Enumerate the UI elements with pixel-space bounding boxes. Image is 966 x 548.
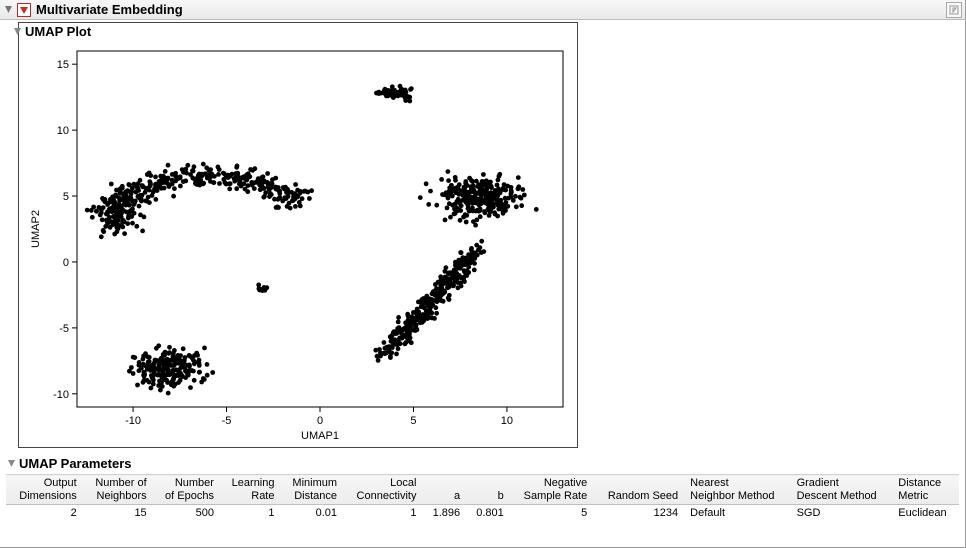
- params-header-cell: Random Seed: [593, 475, 684, 505]
- umap-parameters-section-header[interactable]: UMAP Parameters: [6, 454, 959, 472]
- param-cell: 1: [343, 505, 422, 522]
- params-header-cell: NearestNeighbor Method: [684, 475, 790, 505]
- disclosure-triangle-icon: [6, 459, 17, 468]
- param-cell: 0.801: [466, 505, 510, 522]
- svg-text:0: 0: [63, 257, 69, 269]
- svg-text:UMAP2: UMAP2: [30, 210, 42, 248]
- param-cell: 5: [510, 505, 593, 522]
- param-cell: 1: [220, 505, 281, 522]
- svg-text:-10: -10: [53, 389, 69, 401]
- params-header-cell: DistanceMetric: [892, 475, 959, 505]
- params-header-cell: LocalConnectivity: [343, 475, 422, 505]
- disclosure-triangle-icon[interactable]: [3, 5, 14, 14]
- params-section-title: UMAP Parameters: [19, 456, 131, 471]
- svg-text:0: 0: [317, 415, 323, 427]
- svg-text:10: 10: [501, 415, 513, 427]
- params-header-row: OutputDimensionsNumber ofNeighborsNumber…: [6, 475, 959, 505]
- params-header-cell: Numberof Epochs: [153, 475, 220, 505]
- param-cell: 15: [83, 505, 153, 522]
- params-header-cell: OutputDimensions: [6, 475, 83, 505]
- param-cell: 1.896: [422, 505, 466, 522]
- svg-text:-5: -5: [222, 415, 232, 427]
- main-titlebar: Multivariate Embedding: [0, 0, 965, 20]
- param-cell: 1234: [593, 505, 684, 522]
- help-button[interactable]: [946, 2, 962, 18]
- params-header-cell: a: [422, 475, 466, 505]
- main-title: Multivariate Embedding: [36, 2, 183, 17]
- params-value-row: 2 15 500 1 0.01 1 1.896 0.801 5 1234 Def…: [6, 505, 959, 522]
- param-cell: 0.01: [281, 505, 344, 522]
- params-header-cell: Number ofNeighbors: [83, 475, 153, 505]
- umap-plot[interactable]: -10 -5 0 5 10 -10 -5 0 5 10 15 UMAP1 UMAP2: [25, 45, 571, 445]
- param-cell: 500: [153, 505, 220, 522]
- params-header-cell: b: [466, 475, 510, 505]
- param-cell: 2: [6, 505, 83, 522]
- param-cell: SGD: [791, 505, 893, 522]
- params-header-cell: MinimumDistance: [281, 475, 344, 505]
- svg-text:15: 15: [57, 59, 69, 71]
- svg-text:UMAP1: UMAP1: [301, 430, 339, 442]
- svg-text:5: 5: [410, 415, 416, 427]
- params-header-cell: GradientDescent Method: [791, 475, 893, 505]
- svg-text:5: 5: [63, 191, 69, 203]
- param-cell: Default: [684, 505, 790, 522]
- umap-plot-container: -10 -5 0 5 10 -10 -5 0 5 10 15 UMAP1 UMAP2: [18, 22, 578, 448]
- disclosure-triangle-icon: [12, 27, 23, 36]
- svg-text:-5: -5: [59, 323, 69, 335]
- svg-text:10: 10: [57, 125, 69, 137]
- params-header-cell: LearningRate: [220, 475, 281, 505]
- params-table: OutputDimensionsNumber ofNeighborsNumber…: [6, 474, 959, 521]
- menu-red-triangle-icon[interactable]: [17, 3, 31, 17]
- svg-text:-10: -10: [125, 415, 141, 427]
- scatter-plot: -10 -5 0 5 10 -10 -5 0 5 10 15 UMAP1 UMAP2: [25, 45, 573, 443]
- param-cell: Euclidean: [892, 505, 959, 522]
- plot-section-title: UMAP Plot: [25, 24, 91, 39]
- params-header-cell: NegativeSample Rate: [510, 475, 593, 505]
